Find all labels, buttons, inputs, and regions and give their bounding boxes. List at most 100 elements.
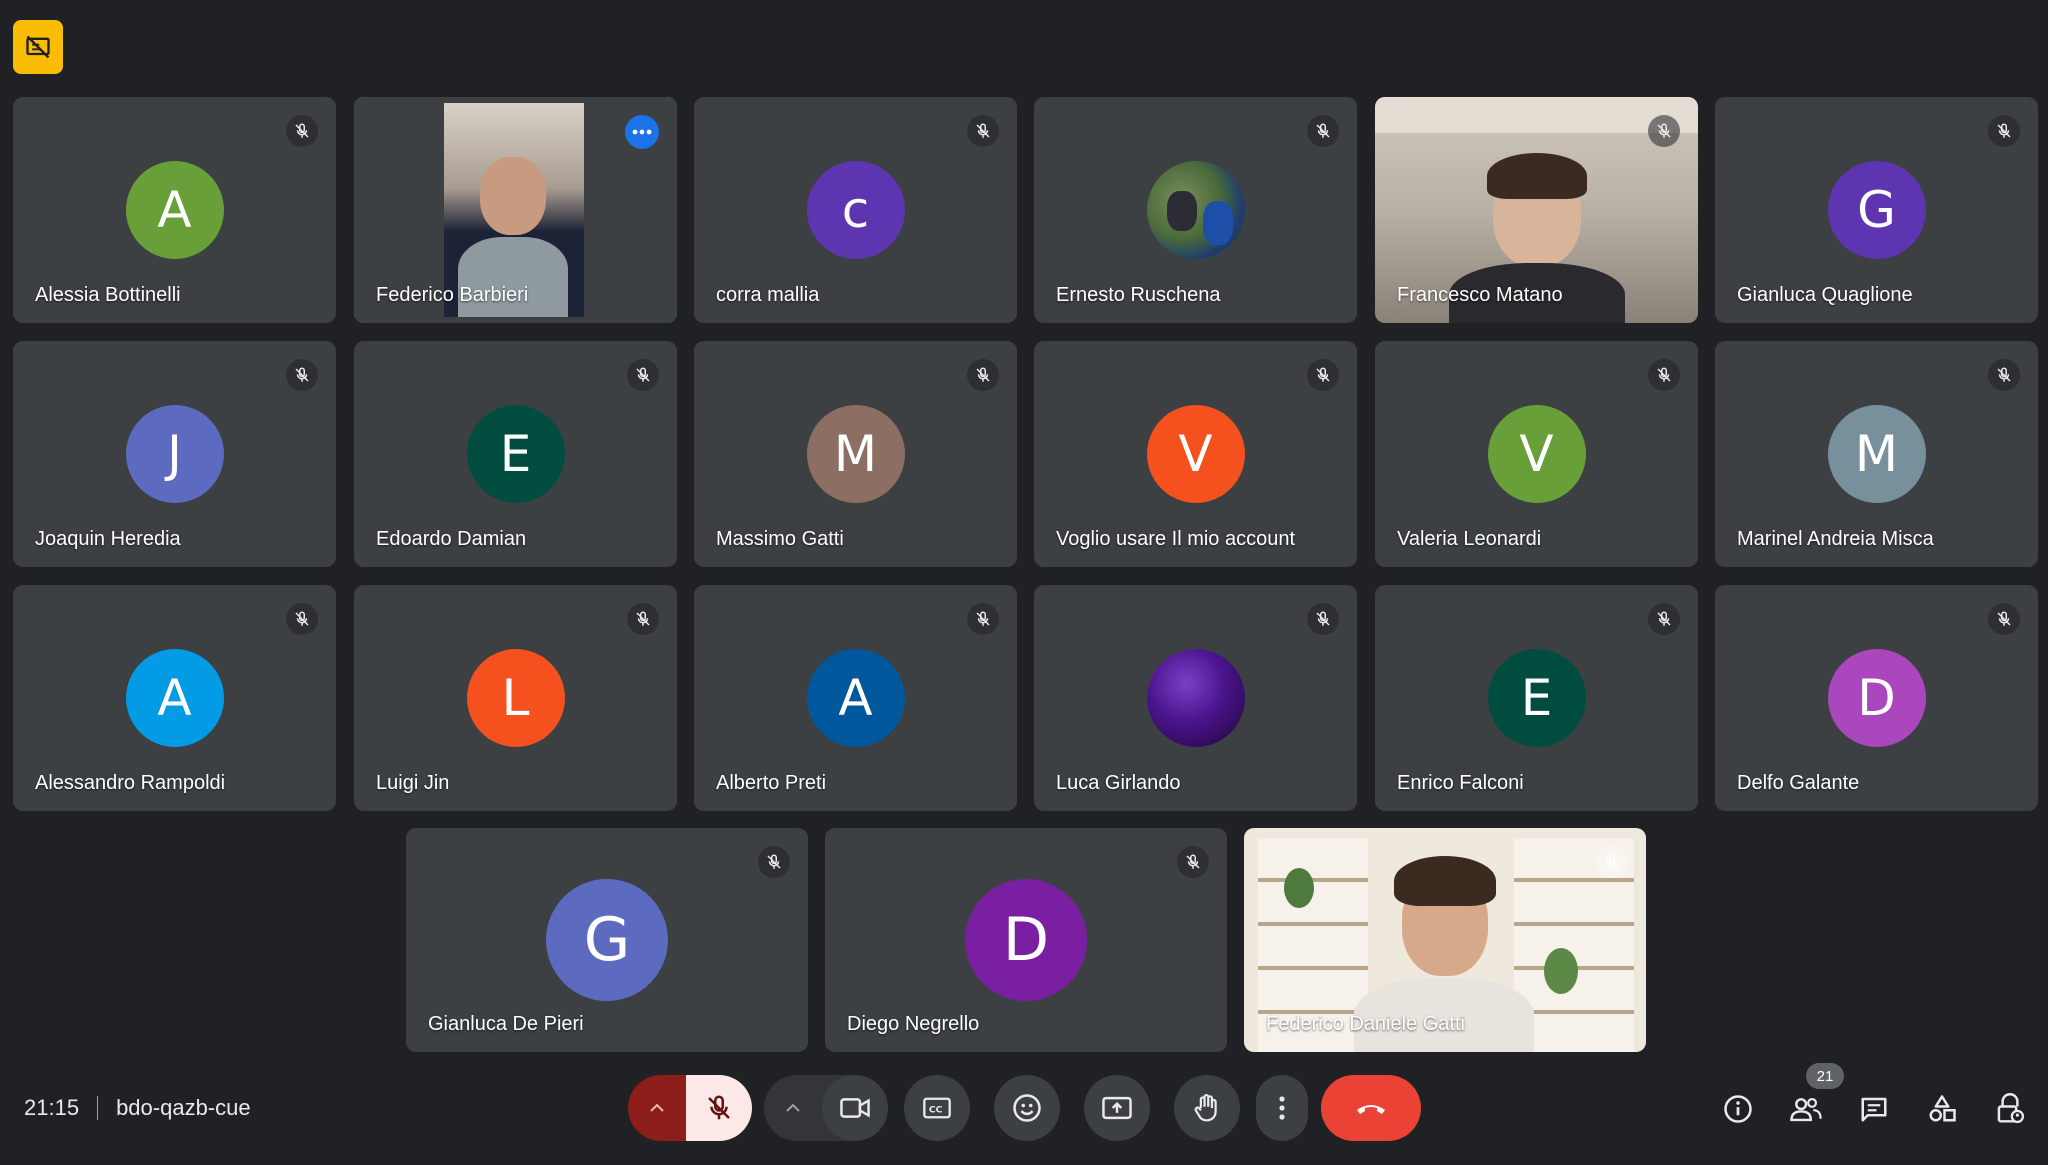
participant-tile[interactable]: A Alberto Preti xyxy=(694,585,1017,811)
participant-tile[interactable]: E Enrico Falconi xyxy=(1375,585,1698,811)
activities-icon xyxy=(1929,1095,1956,1122)
participant-tile[interactable]: Francesco Matano xyxy=(1375,97,1698,323)
participant-tile[interactable]: E Edoardo Damian xyxy=(354,341,677,567)
participant-avatar: E xyxy=(466,405,565,503)
mic-off-icon xyxy=(627,603,659,635)
participant-tile[interactable]: A Alessia Bottinelli xyxy=(13,97,336,323)
more-options-button[interactable] xyxy=(1256,1075,1308,1141)
participant-avatar: A xyxy=(125,161,224,259)
participant-name: Enrico Falconi xyxy=(1397,772,1524,794)
participant-count-badge: 21 xyxy=(1806,1063,1844,1089)
participant-avatar: G xyxy=(1827,161,1926,259)
participant-avatar: A xyxy=(125,649,224,747)
people-icon xyxy=(1790,1097,1822,1122)
participant-tile[interactable]: A Alessandro Rampoldi xyxy=(13,585,336,811)
mic-off-icon xyxy=(967,359,999,391)
participant-name: Massimo Gatti xyxy=(716,528,844,550)
participant-name: Edoardo Damian xyxy=(376,528,527,550)
participant-tile[interactable]: c corra mallia xyxy=(694,97,1017,323)
info-icon xyxy=(1724,1095,1752,1123)
participant-tile-self[interactable]: Federico Daniele Gatti xyxy=(1244,828,1646,1052)
captions-button[interactable]: CC xyxy=(904,1075,970,1141)
svg-text:CC: CC xyxy=(929,1105,943,1116)
mic-off-icon xyxy=(1648,115,1680,147)
participant-tile[interactable]: V Valeria Leonardi xyxy=(1375,341,1698,567)
participant-avatar: L xyxy=(466,649,565,747)
chat-button[interactable] xyxy=(1852,1087,1896,1131)
emoji-icon xyxy=(1013,1094,1041,1122)
participant-tile[interactable]: M Massimo Gatti xyxy=(694,341,1017,567)
people-button[interactable] xyxy=(1784,1087,1828,1131)
participant-name: Alessia Bottinelli xyxy=(35,284,181,306)
activities-button[interactable] xyxy=(1920,1087,1964,1131)
mic-control-group xyxy=(628,1075,752,1141)
raise-hand-button[interactable] xyxy=(1174,1075,1240,1141)
divider xyxy=(97,1096,99,1120)
participant-name: Alessandro Rampoldi xyxy=(35,772,226,794)
participant-name: Francesco Matano xyxy=(1397,284,1563,306)
participant-name: Gianluca De Pieri xyxy=(428,1013,584,1035)
mic-toggle-button[interactable] xyxy=(686,1075,752,1141)
leave-call-button[interactable] xyxy=(1321,1075,1421,1141)
call-end-icon xyxy=(1357,1105,1385,1114)
reactions-button[interactable] xyxy=(994,1075,1060,1141)
mic-off-icon xyxy=(1307,603,1339,635)
mic-off-icon xyxy=(1307,359,1339,391)
participant-tile[interactable]: Luca Girlando xyxy=(1034,585,1357,811)
participant-tile[interactable]: L Luigi Jin xyxy=(354,585,677,811)
participant-name: Marinel Andreia Misca xyxy=(1737,528,1934,550)
participant-name: Diego Negrello xyxy=(847,1013,980,1035)
participant-name: Valeria Leonardi xyxy=(1397,528,1542,550)
participant-tile[interactable]: D Diego Negrello xyxy=(825,828,1227,1052)
mic-off-icon xyxy=(627,359,659,391)
participant-tile[interactable]: V Voglio usare Il mio account xyxy=(1034,341,1357,567)
participant-tile[interactable]: J Joaquin Heredia xyxy=(13,341,336,567)
participant-photo-avatar xyxy=(1146,649,1245,747)
mic-off-icon xyxy=(1988,603,2020,635)
participant-avatar: M xyxy=(806,405,905,503)
present-screen-icon xyxy=(1102,1096,1132,1120)
participant-avatar: V xyxy=(1487,405,1586,503)
mic-off-icon xyxy=(967,115,999,147)
participant-avatar: c xyxy=(806,161,905,259)
video-options-button[interactable] xyxy=(764,1075,822,1141)
captions-icon: CC xyxy=(923,1097,951,1119)
participant-tile[interactable]: G Gianluca Quaglione xyxy=(1715,97,2038,323)
participant-tile[interactable]: M Marinel Andreia Misca xyxy=(1715,341,2038,567)
participant-name: Ernesto Ruschena xyxy=(1056,284,1221,306)
mic-off-icon xyxy=(708,1095,730,1120)
mic-off-icon xyxy=(758,846,790,878)
mic-off-icon xyxy=(1988,359,2020,391)
mic-off-icon xyxy=(1596,846,1628,878)
participant-name: Voglio usare Il mio account xyxy=(1056,528,1296,550)
participant-avatar: E xyxy=(1487,649,1586,747)
meeting-code: bdo-qazb-cue xyxy=(116,1095,251,1120)
participant-avatar: D xyxy=(1827,649,1926,747)
mic-off-icon xyxy=(967,603,999,635)
participant-avatar: J xyxy=(125,405,224,503)
audio-options-button[interactable] xyxy=(628,1075,686,1141)
participant-tile[interactable]: Ernesto Ruschena xyxy=(1034,97,1357,323)
mic-off-icon xyxy=(286,115,318,147)
participant-tile-active[interactable]: Federico Barbieri xyxy=(354,97,677,323)
hand-icon xyxy=(1194,1094,1217,1122)
participant-name: Alberto Preti xyxy=(716,772,827,794)
meeting-details-button[interactable] xyxy=(1716,1087,1760,1131)
mic-off-icon xyxy=(1307,115,1339,147)
participant-name: Luigi Jin xyxy=(376,772,450,794)
mic-off-icon xyxy=(1648,359,1680,391)
videocam-icon xyxy=(840,1098,870,1118)
no-video-notice-icon[interactable] xyxy=(13,20,63,74)
participant-name: Federico Barbieri xyxy=(376,284,529,306)
participant-tile[interactable]: D Delfo Galante xyxy=(1715,585,2038,811)
mic-off-icon xyxy=(1648,603,1680,635)
mic-off-icon xyxy=(1988,115,2020,147)
host-controls-button[interactable] xyxy=(1988,1087,2032,1131)
meeting-info: 21:15 bdo-qazb-cue xyxy=(24,1095,251,1121)
camera-toggle-button[interactable] xyxy=(822,1075,888,1141)
more-options-icon[interactable] xyxy=(625,115,659,149)
present-button[interactable] xyxy=(1084,1075,1150,1141)
participant-avatar: D xyxy=(965,879,1087,1001)
participant-avatar: A xyxy=(806,649,905,747)
participant-tile[interactable]: G Gianluca De Pieri xyxy=(406,828,808,1052)
